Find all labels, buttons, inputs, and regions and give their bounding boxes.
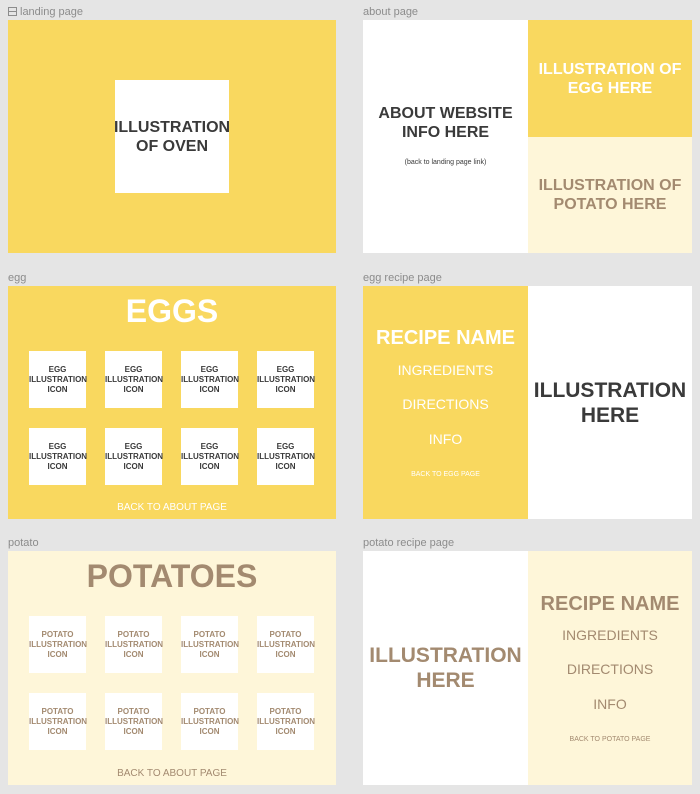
potato-illustration-icon-tile[interactable]: POTATO ILLUSTRATION ICON [105,616,164,673]
back-to-potato-link[interactable]: BACK TO POTATO PAGE [528,736,692,743]
about-info-panel: ABOUT WEBSITE INFO HERE (back to landing… [363,20,528,253]
egg-illustration-icon-tile[interactable]: EGG ILLUSTRATION ICON [181,428,240,485]
egg-tile-label: EGG ILLUSTRATION ICON [257,441,316,471]
egg-tile-label: EGG ILLUSTRATION ICON [257,364,316,394]
potato-tile-label: POTATO ILLUSTRATION ICON [181,706,240,736]
frame-label-potato[interactable]: potato [8,537,39,550]
potato-page-frame[interactable]: POTATOES POTATO ILLUSTRATION ICON POTATO … [8,551,336,785]
egg-page-title: EGGS [125,293,219,329]
egg-tile-label: EGG ILLUSTRATION ICON [181,441,240,471]
potato-illustration-icon-tile[interactable]: POTATO ILLUSTRATION ICON [181,616,240,673]
potato-illustration-icon-tile[interactable]: POTATO ILLUSTRATION ICON [29,693,88,750]
frame-label-landing[interactable]: landing page [8,6,83,19]
egg-illustration-icon-tile[interactable]: EGG ILLUSTRATION ICON [29,428,88,485]
potato-tile-label: POTATO ILLUSTRATION ICON [105,629,164,659]
frame-label-text: landing page [20,6,84,18]
directions-heading: DIRECTIONS [566,661,654,677]
potato-illustration-icon-tile[interactable]: POTATO ILLUSTRATION ICON [105,693,164,750]
potato-tile-label: POTATO ILLUSTRATION ICON [105,706,164,736]
egg-recipe-illustration-placeholder: ILLUSTRATION HERE [528,286,692,519]
ingredients-heading: INGREDIENTS [397,362,494,378]
egg-recipe-text-panel: RECIPE NAME INGREDIENTS DIRECTIONS INFO … [363,286,528,519]
egg-tile-label: EGG ILLUSTRATION ICON [181,364,240,394]
info-heading: INFO [428,431,463,447]
potato-tile-label: POTATO ILLUSTRATION ICON [29,629,88,659]
potato-illustration-placeholder[interactable]: ILLUSTRATION OF POTATO HERE [528,137,692,253]
potato-recipe-page-frame[interactable]: ILLUSTRATION HERE RECIPE NAME INGREDIENT… [363,551,692,785]
about-page-frame[interactable]: ABOUT WEBSITE INFO HERE (back to landing… [363,20,692,253]
back-to-about-link[interactable]: BACK TO ABOUT PAGE [8,502,336,513]
egg-tile-label: EGG ILLUSTRATION ICON [29,441,88,471]
potato-tile-label: POTATO ILLUSTRATION ICON [29,706,88,736]
egg-illustration-icon-tile[interactable]: EGG ILLUSTRATION ICON [105,428,164,485]
potato-illustration-icon-tile[interactable]: POTATO ILLUSTRATION ICON [181,693,240,750]
recipe-name: RECIPE NAME [376,327,515,349]
egg-illustration-icon-tile[interactable]: EGG ILLUSTRATION ICON [257,428,316,485]
frame-label-egg-recipe[interactable]: egg recipe page [363,272,442,285]
potato-recipe-illustration-placeholder: ILLUSTRATION HERE [363,551,528,785]
egg-illustration-icon-tile[interactable]: EGG ILLUSTRATION ICON [105,351,164,408]
potato-recipe-text-panel: RECIPE NAME INGREDIENTS DIRECTIONS INFO … [528,551,692,785]
potato-illustration-icon-tile[interactable]: POTATO ILLUSTRATION ICON [257,616,316,673]
egg-tile-label: EGG ILLUSTRATION ICON [105,364,164,394]
potato-illustration-icon-tile[interactable]: POTATO ILLUSTRATION ICON [29,616,88,673]
frame-label-about[interactable]: about page [363,6,418,19]
potato-tile-label: POTATO ILLUSTRATION ICON [257,629,316,659]
potato-tile-label: POTATO ILLUSTRATION ICON [257,706,316,736]
egg-illustration-icon-tile[interactable]: EGG ILLUSTRATION ICON [29,351,88,408]
egg-recipe-page-frame[interactable]: RECIPE NAME INGREDIENTS DIRECTIONS INFO … [363,286,692,519]
ingredients-heading: INGREDIENTS [562,627,658,643]
back-to-about-link[interactable]: BACK TO ABOUT PAGE [8,768,336,779]
directions-heading: DIRECTIONS [402,396,489,412]
frame-label-potato-recipe[interactable]: potato recipe page [363,537,454,550]
frame-label-egg[interactable]: egg [8,272,26,285]
recipe-name: RECIPE NAME [540,593,680,615]
back-to-landing-link[interactable]: (back to landing page link) [363,159,528,166]
frame-icon [8,7,17,16]
egg-tile-label: EGG ILLUSTRATION ICON [29,364,88,394]
potato-tile-label: POTATO ILLUSTRATION ICON [181,629,240,659]
egg-tile-label: EGG ILLUSTRATION ICON [105,441,164,471]
info-heading: INFO [593,696,627,712]
egg-page-frame[interactable]: EGGS EGG ILLUSTRATION ICON EGG ILLUSTRATI… [8,286,336,519]
egg-illustration-icon-tile[interactable]: EGG ILLUSTRATION ICON [181,351,240,408]
potato-page-title: POTATOES [86,558,258,594]
oven-illustration-placeholder: ILLUSTRATION OF OVEN [114,80,230,193]
egg-illustration-icon-tile[interactable]: EGG ILLUSTRATION ICON [257,351,316,408]
egg-illustration-placeholder[interactable]: ILLUSTRATION OF EGG HERE [528,20,692,137]
back-to-egg-link[interactable]: BACK TO EGG PAGE [363,471,528,478]
potato-illustration-icon-tile[interactable]: POTATO ILLUSTRATION ICON [257,693,316,750]
about-info-heading: ABOUT WEBSITE INFO HERE [378,105,513,141]
landing-page-frame[interactable]: ILLUSTRATION OF OVEN [8,20,336,253]
